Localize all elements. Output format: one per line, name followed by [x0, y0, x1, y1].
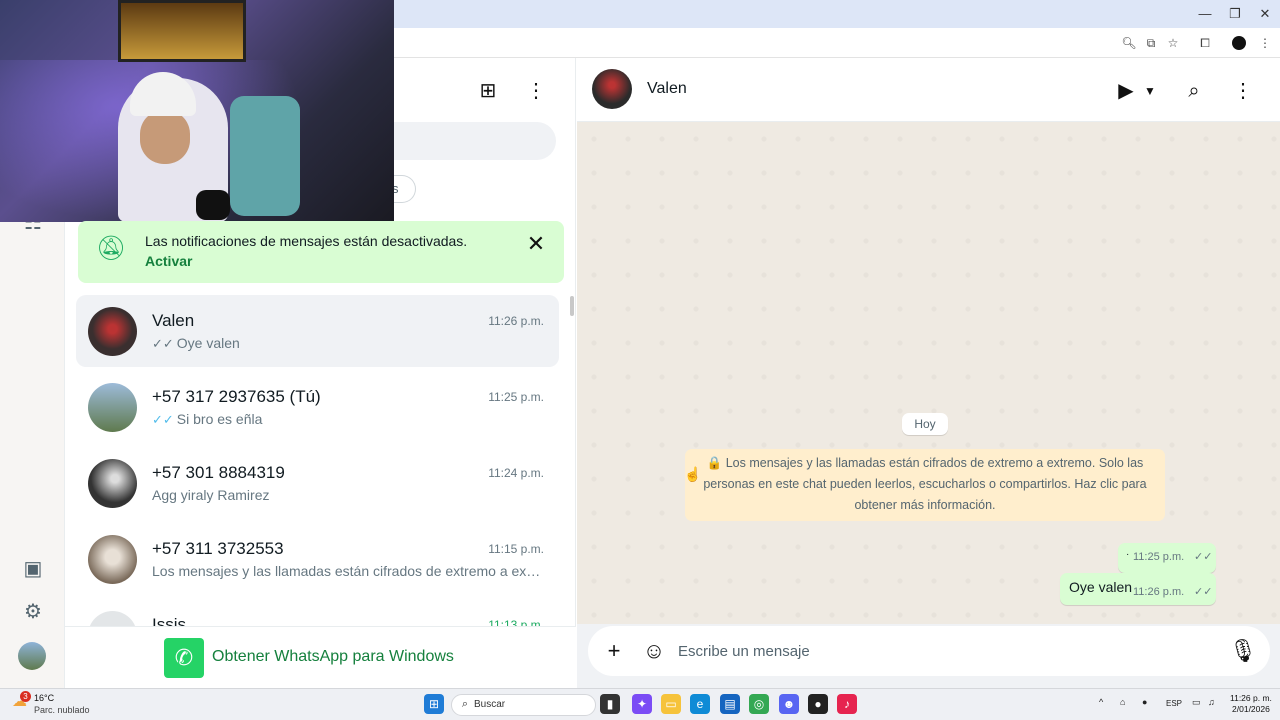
minimize-button[interactable]: — [1190, 4, 1220, 24]
avatar [88, 459, 137, 508]
edge-icon[interactable]: e [690, 694, 710, 714]
clock-date: 2/01/2026 [1232, 704, 1270, 714]
discord-icon[interactable]: ☻ [779, 694, 799, 714]
avatar [88, 307, 137, 356]
chat-name: Valen [152, 311, 195, 330]
message-time: 11:25 p.m. [1133, 551, 1185, 563]
contact-avatar[interactable] [592, 69, 632, 109]
tray-volume-icon[interactable]: ♫ [1208, 697, 1215, 707]
double-check-icon: ✓✓ [1194, 586, 1213, 598]
chat-time: 11:24 p.m. [488, 466, 544, 480]
attach-plus-icon[interactable]: + [601, 638, 627, 664]
tiktok-icon[interactable]: ♪ [837, 694, 857, 714]
chat-name: +57 317 2937635 (Tú) [152, 387, 321, 406]
weather-condition[interactable]: Parc. nublado [34, 705, 90, 715]
start-button-icon[interactable]: ⊞ [424, 694, 444, 714]
zoom-icon[interactable]: 🔍︎ [1120, 34, 1138, 52]
chat-name: +57 311 3732553 [152, 539, 284, 558]
message-time: 11:26 p.m. [1133, 586, 1185, 598]
webcam-background-tv [118, 0, 246, 62]
avatar [88, 611, 137, 626]
store-icon[interactable]: ▤ [720, 694, 740, 714]
chat-time: 11:25 p.m. [488, 390, 544, 404]
webcam-face [140, 110, 190, 164]
new-chat-icon[interactable]: ⊞ [475, 78, 501, 104]
microphone-icon[interactable]: 🎙︎ [1229, 638, 1257, 664]
chat-row[interactable]: +57 301 8884319 11:24 p.m. Agg yiraly Ra… [76, 447, 559, 519]
chat-preview: ✓✓ Si bro es eñla [152, 411, 263, 427]
webcam-chair [230, 96, 300, 216]
avatar [88, 383, 137, 432]
chat-row[interactable]: Valen 11:26 p.m. ✓✓ Oye valen [76, 295, 559, 367]
restore-button[interactable]: ❐ [1220, 4, 1250, 24]
obs-icon[interactable]: ● [808, 694, 828, 714]
message-input[interactable] [678, 639, 1198, 663]
media-icon[interactable]: ▣ [20, 556, 46, 582]
chrome-icon[interactable]: ◎ [749, 694, 769, 714]
video-call-icon[interactable]: ▶ [1112, 78, 1140, 104]
taskbar-clock[interactable]: 11:26 p. m. 2/01/2026 [1230, 693, 1272, 715]
menu-icon[interactable]: ⋮ [1256, 34, 1274, 52]
search-input[interactable] [394, 122, 556, 160]
webcam-overlay [0, 0, 394, 222]
double-check-icon: ✓✓ [152, 336, 174, 351]
chat-preview: Los mensajes y las llamadas están cifrad… [152, 563, 542, 579]
enable-notifications-link[interactable]: Activar [145, 253, 192, 269]
message-text: · [1126, 549, 1130, 560]
profile-icon[interactable] [1232, 36, 1246, 50]
chat-time: 11:26 p.m. [488, 314, 544, 328]
double-check-icon: ✓✓ [152, 412, 174, 427]
close-icon[interactable]: ✕ [524, 232, 548, 256]
file-explorer-icon[interactable]: ▭ [661, 694, 681, 714]
menu-dots-icon[interactable]: ⋮ [523, 78, 549, 104]
taskbar-search-label: Buscar [474, 699, 506, 710]
get-app-link[interactable]: Obtener WhatsApp para Windows [212, 648, 454, 666]
chat-name: Issis [152, 615, 186, 626]
extensions-icon[interactable]: ⧠ [1196, 34, 1214, 52]
chat-row[interactable]: +57 311 3732553 11:15 p.m. Los mensajes … [76, 523, 559, 595]
avatar [88, 535, 137, 584]
tray-mic-icon[interactable]: ● [1142, 697, 1147, 707]
mouse-cursor: ☝ [684, 466, 702, 482]
profile-avatar[interactable] [18, 642, 46, 670]
chat-row[interactable]: Issis 11:13 p.m. [76, 599, 559, 626]
install-icon[interactable]: ⧉ [1142, 34, 1160, 52]
chevron-down-icon[interactable]: ▼ [1138, 78, 1162, 104]
outgoing-message[interactable]: · 11:25 p.m. ✓✓ [1118, 543, 1216, 573]
menu-dots-icon[interactable]: ⋮ [1229, 78, 1257, 104]
message-text: Oye valen [1069, 579, 1133, 595]
webcam-microphone [196, 190, 230, 220]
task-view-icon[interactable]: ▮ [600, 694, 620, 714]
star-icon[interactable]: ☆ [1164, 34, 1182, 52]
chat-time: 11:13 p.m. [488, 618, 544, 626]
search-icon[interactable]: ⌕ [1180, 78, 1208, 104]
chat-preview: Agg yiraly Ramirez [152, 487, 270, 503]
encryption-notice[interactable]: 🔒 Los mensajes y las llamadas están cifr… [685, 449, 1165, 521]
chat-row[interactable]: +57 317 2937635 (Tú) 11:25 p.m. ✓✓ Si bro… [76, 371, 559, 443]
emoji-sticker-icon[interactable]: ☺ [641, 638, 667, 664]
date-divider: Hoy [902, 413, 948, 435]
bell-off-icon: 🔕︎ [96, 235, 127, 262]
weather-badge: 3 [20, 691, 31, 702]
weather-temperature[interactable]: 16°C [34, 693, 54, 703]
tray-display-icon[interactable]: ▭ [1192, 697, 1201, 708]
double-check-icon: ✓✓ [1194, 551, 1213, 563]
chat-name: +57 301 8884319 [152, 463, 285, 482]
close-window-button[interactable]: ✕ [1250, 4, 1280, 24]
tray-network-icon[interactable]: ⌂ [1120, 697, 1125, 707]
tray-chevron-icon[interactable]: ^ [1099, 697, 1103, 707]
search-icon: ⌕ [461, 698, 469, 710]
chat-list-scrollbar[interactable] [570, 296, 574, 316]
outgoing-message[interactable]: Oye valen 11:26 p.m. ✓✓ [1060, 573, 1216, 605]
whatsapp-logo-icon: ✆ [164, 638, 204, 678]
contact-name[interactable]: Valen [647, 80, 687, 98]
chat-time: 11:15 p.m. [488, 542, 544, 556]
language-indicator[interactable]: ESP [1166, 699, 1182, 708]
copilot-icon[interactable]: ✦ [632, 694, 652, 714]
chat-preview: ✓✓ Oye valen [152, 335, 240, 351]
settings-icon[interactable]: ⚙ [20, 599, 46, 625]
clock-time: 11:26 p. m. [1230, 693, 1272, 703]
notification-banner [78, 221, 564, 283]
notification-title: Las notificaciones de mensajes están des… [145, 233, 468, 249]
